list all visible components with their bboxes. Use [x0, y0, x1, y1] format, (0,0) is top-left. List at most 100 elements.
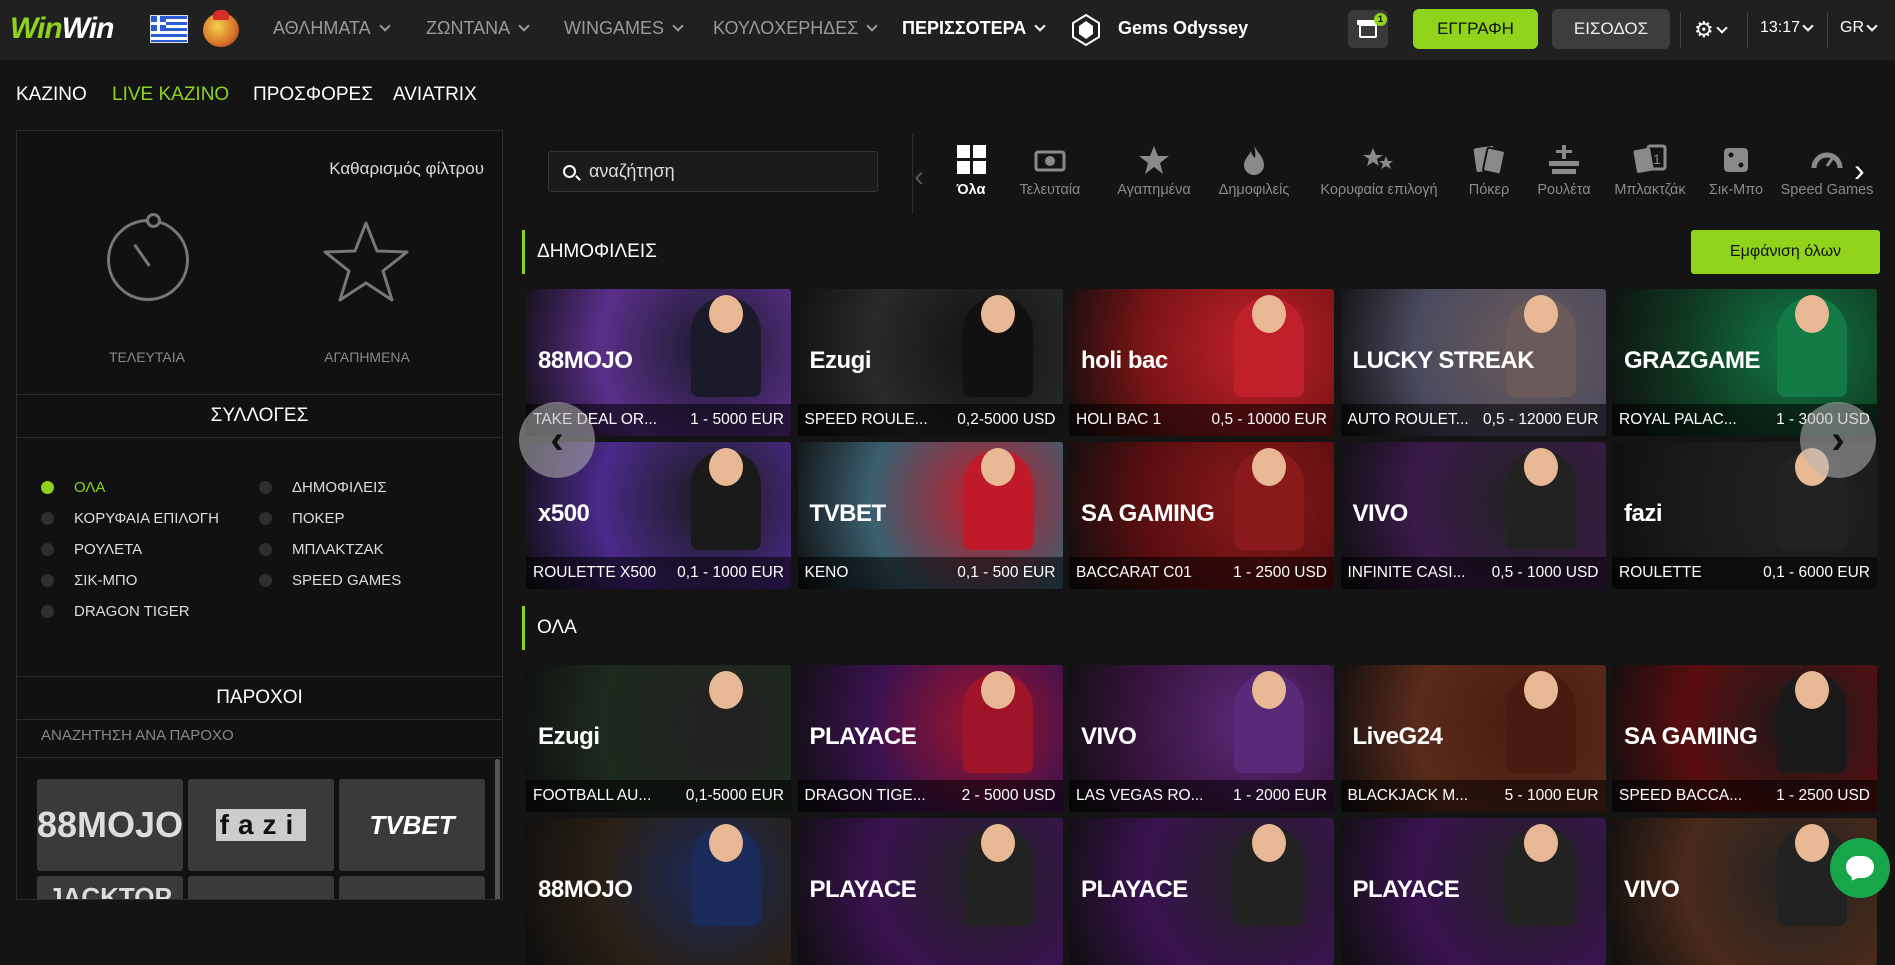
game-card[interactable]: PLAYACE	[1340, 818, 1606, 965]
game-card[interactable]: PLAYACE DRAGON TIGE... 2 - 5000 USD	[797, 665, 1063, 812]
radio-dot	[259, 574, 272, 587]
carousel-next-button[interactable]: ›	[1800, 402, 1876, 478]
category-poker[interactable]: Πόκερ	[1454, 144, 1524, 198]
game-info-bar: INFINITE CASI... 0,5 - 1000 USD	[1340, 557, 1606, 589]
game-name: INFINITE CASI...	[1347, 564, 1466, 581]
provider-tile[interactable]	[339, 876, 485, 899]
game-card[interactable]: PLAYACE	[1069, 818, 1334, 965]
game-card[interactable]: SA GAMING BACCARAT C01 1 - 2500 USD	[1069, 442, 1334, 589]
recent-label[interactable]: ΤΕΛΕΥΤΑΙΑ	[77, 349, 217, 365]
collection-label: ΠΟΚΕΡ	[292, 510, 345, 527]
clock-menu[interactable]: 13:17	[1760, 19, 1814, 37]
chevron-right-icon[interactable]: ›	[1854, 152, 1865, 189]
nav-live-label: ΖΩΝΤΑΝΑ	[426, 18, 511, 38]
provider-fazi[interactable]: fazi	[188, 779, 334, 871]
bet-range: 0,1 - 6000 EUR	[1763, 564, 1870, 581]
gift-badge: 1	[1374, 13, 1387, 26]
category-favorites[interactable]: Αγαπημένα	[1104, 144, 1204, 198]
game-card[interactable]: SA GAMING SPEED BACCA... 1 - 2500 USD	[1612, 665, 1877, 812]
collection-label: ΔΗΜΟΦΙΛΕΙΣ	[292, 479, 387, 496]
settings-menu[interactable]: ⚙	[1694, 17, 1728, 43]
featured-game-link[interactable]: Gems Odyssey	[1118, 18, 1248, 39]
radio-dot	[41, 605, 54, 618]
category-blackjack[interactable]: 1 Μπλακτζάκ	[1604, 144, 1696, 198]
provider-logo: VIVO	[1352, 500, 1409, 527]
collection-speed-games[interactable]: SPEED GAMES	[259, 572, 401, 589]
login-button[interactable]: ΕΙΣΟΔΟΣ	[1552, 9, 1670, 49]
nav-wingames[interactable]: WINGAMES	[564, 18, 684, 39]
provider-88mojo[interactable]: 88MOJO	[37, 779, 183, 871]
collection-popular[interactable]: ΔΗΜΟΦΙΛΕΙΣ	[259, 479, 387, 496]
subnav-casino[interactable]: ΚΑΖΙΝΟ	[16, 84, 87, 106]
game-card[interactable]: Ezugi FOOTBALL AU... 0,1-5000 EUR	[526, 665, 791, 812]
collection-label: DRAGON TIGER	[74, 603, 190, 620]
category-sicbo[interactable]: Σικ-Μπο	[1696, 144, 1776, 198]
star-icon[interactable]	[321, 219, 411, 303]
provider-jacktop[interactable]: JACKTOP	[37, 876, 183, 899]
gift-box	[1359, 24, 1377, 38]
game-card[interactable]: Ezugi SPEED ROULE... 0,2-5000 USD	[797, 289, 1063, 436]
language-selector[interactable]: GR	[1840, 19, 1878, 37]
subnav-aviatrix[interactable]: AVIATRIX	[393, 84, 477, 106]
category-popular[interactable]: Δημοφιλείς	[1204, 144, 1304, 198]
provider-tvbet[interactable]: TVBET	[339, 779, 485, 871]
collection-dragon-tiger[interactable]: DRAGON TIGER	[41, 603, 190, 620]
game-name: FOOTBALL AU...	[533, 787, 652, 804]
bet-range: 0,2-5000 USD	[957, 411, 1056, 428]
collection-roulette[interactable]: ΡΟΥΛΕΤΑ	[41, 541, 142, 558]
chevron-down-icon	[378, 20, 391, 32]
search-input[interactable]	[587, 152, 872, 191]
category-top-pick[interactable]: Κορυφαία επιλογή	[1304, 144, 1454, 198]
stopwatch-icon[interactable]	[107, 213, 189, 301]
collection-blackjack[interactable]: ΜΠΛΑΚΤΖΑΚ	[259, 541, 384, 558]
game-info-bar: SPEED ROULE... 0,2-5000 USD	[797, 404, 1063, 436]
winwin-logo[interactable]: WinWin	[10, 12, 114, 46]
collection-sicbo[interactable]: ΣΙΚ-ΜΠΟ	[41, 572, 137, 589]
game-name: HOLI BAC 1	[1076, 411, 1162, 428]
nav-sports[interactable]: ΑΘΛΗΜΑΤΑ	[273, 18, 391, 39]
dealer-image	[691, 448, 761, 550]
chat-button[interactable]	[1830, 838, 1890, 898]
clear-filter-link[interactable]: Καθαρισμός φίλτρου	[329, 159, 484, 179]
subnav-promotions[interactable]: ΠΡΟΣΦΟΡΕΣ	[253, 84, 373, 106]
bet-range: 0,5 - 12000 EUR	[1483, 411, 1599, 428]
game-name: ROULETTE	[1619, 564, 1702, 581]
provider-tile[interactable]	[188, 876, 334, 899]
dice-icon	[1724, 148, 1748, 172]
gift-button[interactable]: 1	[1348, 10, 1388, 48]
game-card[interactable]: LiveG24 BLACKJACK M... 5 - 1000 EUR	[1340, 665, 1606, 812]
category-all[interactable]: Όλα	[946, 144, 996, 198]
bet-range: 1 - 2000 EUR	[1233, 787, 1327, 804]
search-box	[548, 151, 878, 192]
nav-live[interactable]: ΖΩΝΤΑΝΑ	[426, 18, 530, 39]
game-card[interactable]: PLAYACE	[797, 818, 1063, 965]
provider-search[interactable]: ΑΝΑΖΗΤΗΣΗ ΑΝΑ ΠΑΡΟΧΟ	[41, 727, 234, 744]
subnav-live-casino[interactable]: LIVE ΚΑΖΙΝΟ	[112, 84, 229, 106]
collection-poker[interactable]: ΠΟΚΕΡ	[259, 510, 345, 527]
bet-range: 0,5 - 1000 USD	[1491, 564, 1599, 581]
mascot-icon[interactable]	[203, 10, 239, 47]
carousel-prev-button[interactable]: ‹	[519, 402, 595, 478]
game-card[interactable]: VIVO INFINITE CASI... 0,5 - 1000 USD	[1340, 442, 1606, 589]
favorites-label[interactable]: ΑΓΑΠΗΜΕΝΑ	[297, 349, 437, 365]
collection-all[interactable]: ΟΛΑ	[41, 479, 105, 496]
nav-slots[interactable]: ΚΟΥΛΟΧΕΡΗΔΕΣ	[713, 18, 879, 39]
category-recent[interactable]: Τελευταία	[996, 144, 1104, 198]
chevron-left-icon[interactable]: ‹	[914, 160, 924, 194]
show-all-button[interactable]: Εμφάνιση όλων	[1691, 230, 1880, 274]
star-icon	[1139, 146, 1169, 174]
game-card[interactable]: VIVO	[1612, 818, 1877, 965]
game-card[interactable]: holi bac HOLI BAC 1 0,5 - 10000 EUR	[1069, 289, 1334, 436]
sidebar-scrollbar[interactable]	[495, 759, 500, 899]
nav-more[interactable]: ΠΕΡΙΣΣΟΤΕΡΑ	[902, 18, 1046, 39]
collection-top-pick[interactable]: ΚΟΡΥΦΑΙΑ ΕΠΙΛΟΓΗ	[41, 510, 219, 527]
register-button[interactable]: ΕΓΓΡΑΦΗ	[1413, 9, 1538, 49]
category-roulette[interactable]: Ρουλέτα	[1524, 144, 1604, 198]
game-card[interactable]: VIVO LAS VEGAS RO... 1 - 2000 EUR	[1069, 665, 1334, 812]
greek-flag-icon[interactable]	[150, 15, 188, 43]
game-card[interactable]: LUCKY STREAK AUTO ROULET... 0,5 - 12000 EU…	[1340, 289, 1606, 436]
game-card[interactable]: TVBET KENO 0,1 - 500 EUR	[797, 442, 1063, 589]
gem-icon[interactable]	[1071, 14, 1101, 46]
filter-sidebar: Καθαρισμός φίλτρου ΤΕΛΕΥΤΑΙΑ ΑΓΑΠΗΜΕΝΑ Σ…	[16, 130, 503, 900]
game-card[interactable]: 88MOJO	[526, 818, 791, 965]
